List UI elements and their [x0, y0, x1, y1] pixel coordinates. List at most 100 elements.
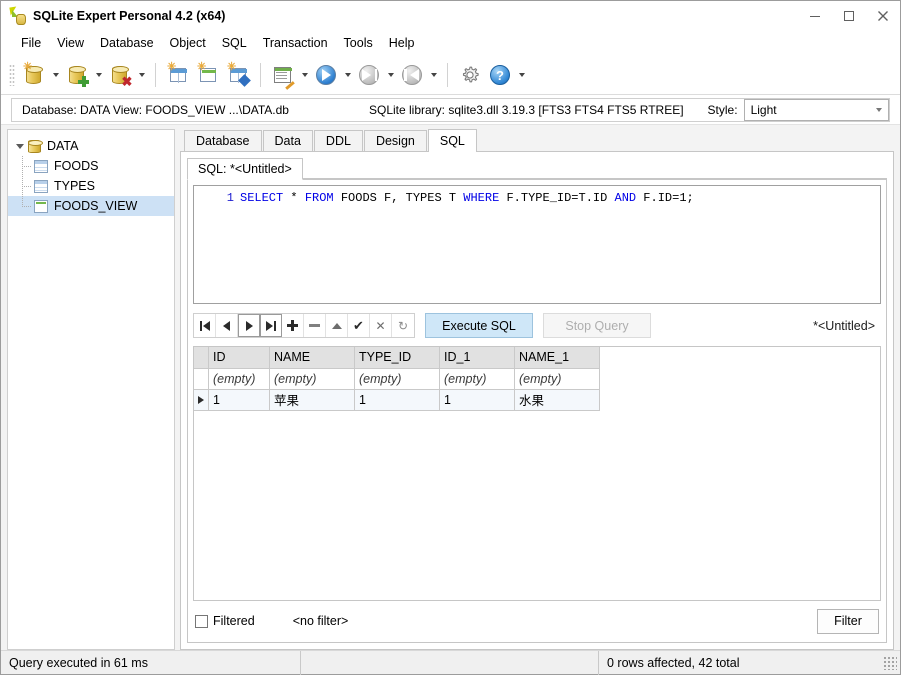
- cell-id[interactable]: 1: [208, 389, 270, 411]
- last-record-button[interactable]: [260, 314, 282, 337]
- execute-sql-button[interactable]: Execute SQL: [425, 313, 533, 338]
- close-icon[interactable]: [866, 1, 900, 31]
- edit-record-button[interactable]: [326, 314, 348, 337]
- tree-node-types[interactable]: TYPES: [8, 176, 174, 196]
- menu-transaction[interactable]: Transaction: [255, 34, 336, 52]
- filtered-label: Filtered: [213, 614, 255, 628]
- toolbar-separator: [155, 62, 156, 87]
- filter-button[interactable]: Filter: [817, 608, 879, 634]
- filter-row[interactable]: (empty) (empty) (empty) (empty) (empty): [194, 368, 600, 390]
- sql-script-tab-untitled[interactable]: SQL: *<Untitled>: [187, 158, 303, 180]
- menu-view[interactable]: View: [49, 34, 92, 52]
- tree-node-foods-view[interactable]: FOODS_VIEW: [8, 196, 174, 216]
- menu-help[interactable]: Help: [381, 34, 423, 52]
- tree-node-foods[interactable]: FOODS: [8, 156, 174, 176]
- sql-token: AND: [614, 191, 637, 205]
- new-table-icon[interactable]: ✳: [163, 60, 193, 90]
- sql-token: F.ID=1;: [636, 191, 694, 205]
- minimize-icon[interactable]: [798, 1, 832, 31]
- step-back-icon[interactable]: [397, 60, 427, 90]
- resize-grip[interactable]: [883, 655, 897, 670]
- collapse-arrow-icon[interactable]: [14, 140, 26, 152]
- tab-database[interactable]: Database: [184, 130, 262, 151]
- delete-database-dropdown-icon[interactable]: [135, 60, 148, 90]
- sql-token: F.TYPE_ID=T.ID: [499, 191, 615, 205]
- filter-cell-id[interactable]: (empty): [208, 368, 270, 390]
- new-index-icon[interactable]: ✳: [223, 60, 253, 90]
- new-view-icon[interactable]: ✳: [193, 60, 223, 90]
- record-navigator: ✔ ✕ ↻: [193, 313, 415, 338]
- result-grid[interactable]: ID NAME TYPE_ID ID_1 NAME_1 (empty) (emp…: [193, 346, 881, 601]
- filter-cell-id-1[interactable]: (empty): [439, 368, 515, 390]
- style-label: Style:: [707, 102, 738, 117]
- open-database-dropdown-icon[interactable]: [49, 60, 62, 90]
- filter-cell-name-1[interactable]: (empty): [514, 368, 600, 390]
- new-sql-tab-icon[interactable]: [268, 60, 298, 90]
- tree-node-data[interactable]: DATA: [8, 136, 174, 156]
- column-header-name[interactable]: NAME: [269, 347, 355, 369]
- new-sql-tab-dropdown-icon[interactable]: [298, 60, 311, 90]
- insert-record-button[interactable]: [282, 314, 304, 337]
- menu-sql[interactable]: SQL: [214, 34, 255, 52]
- table-row[interactable]: 1 苹果 1 1 水果: [194, 389, 600, 411]
- chevron-down-icon: [876, 107, 882, 112]
- filter-expression-label: <no filter>: [292, 614, 349, 628]
- tab-sql[interactable]: SQL: [427, 129, 477, 152]
- script-name-label: *<Untitled>: [813, 318, 875, 333]
- tab-design[interactable]: Design: [363, 130, 427, 151]
- database-info-bar: Database: DATA View: FOODS_VIEW ...\DATA…: [1, 95, 900, 125]
- sql-text: SELECT * FROM FOODS F, TYPES T WHERE F.T…: [240, 191, 694, 205]
- cell-id-1[interactable]: 1: [439, 389, 515, 411]
- new-database-icon[interactable]: [62, 60, 92, 90]
- menu-database[interactable]: Database: [92, 34, 162, 52]
- help-icon[interactable]: ?: [485, 60, 515, 90]
- options-gear-icon[interactable]: [455, 60, 485, 90]
- menu-file[interactable]: File: [13, 34, 49, 52]
- menu-object[interactable]: Object: [162, 34, 214, 52]
- step-forward-dropdown-icon[interactable]: [384, 60, 397, 90]
- cell-name[interactable]: 苹果: [269, 389, 355, 411]
- step-forward-icon[interactable]: [354, 60, 384, 90]
- cell-type-id[interactable]: 1: [354, 389, 440, 411]
- help-dropdown-icon[interactable]: [515, 60, 528, 90]
- maximize-icon[interactable]: [832, 1, 866, 31]
- tree-line: [22, 196, 23, 206]
- menu-tools[interactable]: Tools: [336, 34, 381, 52]
- status-middle: [301, 650, 599, 675]
- refresh-button[interactable]: ↻: [392, 314, 414, 337]
- tab-data[interactable]: Data: [262, 130, 313, 151]
- sql-editor[interactable]: 1 SELECT * FROM FOODS F, TYPES T WHERE F.…: [193, 185, 881, 304]
- open-database-icon[interactable]: ✳: [19, 60, 49, 90]
- delete-database-icon[interactable]: ✖: [105, 60, 135, 90]
- new-database-dropdown-icon[interactable]: [92, 60, 105, 90]
- column-header-id[interactable]: ID: [208, 347, 270, 369]
- delete-record-button[interactable]: [304, 314, 326, 337]
- next-record-button[interactable]: [238, 314, 260, 337]
- content-panel: Database Data DDL Design SQL SQL: *<Unti…: [180, 129, 894, 650]
- status-bar: Query executed in 61 ms 0 rows affected,…: [1, 650, 900, 675]
- execute-icon[interactable]: [311, 60, 341, 90]
- tree-node-label: FOODS: [54, 159, 99, 173]
- tab-ddl[interactable]: DDL: [313, 130, 363, 151]
- step-back-dropdown-icon[interactable]: [427, 60, 440, 90]
- post-edit-button[interactable]: ✔: [348, 314, 370, 337]
- cancel-edit-button[interactable]: ✕: [370, 314, 392, 337]
- app-window: SQLite Expert Personal 4.2 (x64) File Vi…: [0, 0, 901, 675]
- main-body: DATA FOODS TYPES FOODS_VIEW Database Dat…: [1, 125, 900, 650]
- column-header-id-1[interactable]: ID_1: [439, 347, 515, 369]
- column-header-name-1[interactable]: NAME_1: [514, 347, 600, 369]
- cell-name-1[interactable]: 水果: [514, 389, 600, 411]
- toolbar-grip[interactable]: [9, 63, 15, 86]
- column-header-type-id[interactable]: TYPE_ID: [354, 347, 440, 369]
- filtered-checkbox[interactable]: [195, 614, 208, 628]
- window-controls: [798, 1, 900, 31]
- filter-cell-type-id[interactable]: (empty): [354, 368, 440, 390]
- prior-record-button[interactable]: [216, 314, 238, 337]
- main-toolbar: ✳ ✖ ✳ ✳ ✳ ?: [1, 55, 900, 95]
- title-bar: SQLite Expert Personal 4.2 (x64): [1, 1, 900, 31]
- execute-dropdown-icon[interactable]: [341, 60, 354, 90]
- filter-cell-name[interactable]: (empty): [269, 368, 355, 390]
- style-select[interactable]: Light: [743, 98, 889, 121]
- tree-line: [22, 166, 31, 167]
- first-record-button[interactable]: [194, 314, 216, 337]
